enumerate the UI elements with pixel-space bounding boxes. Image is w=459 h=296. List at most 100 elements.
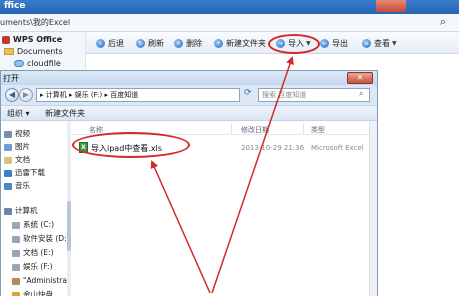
nav-item[interactable]: 系统 (C:) <box>12 219 54 230</box>
nav-item[interactable]: 文档 (E:) <box>12 247 54 258</box>
nav-item-label: 音乐 <box>15 181 30 190</box>
search-icon[interactable]: ⌕ <box>359 89 363 99</box>
nav-item-label: 视频 <box>15 129 30 138</box>
nav-item[interactable]: 图片 <box>4 141 30 152</box>
computer-icon <box>4 207 12 215</box>
dialog-command-bar: 组织 ▾ 新建文件夹 <box>1 105 377 121</box>
back-icon: ‹ <box>96 38 105 48</box>
file-row[interactable]: X 导入ipad中查看.xls 2013-10-29 21:36 Microso… <box>71 141 369 155</box>
delete-icon: × <box>174 38 183 48</box>
address-bar[interactable]: uments\我的Excel ⌕ <box>0 14 459 32</box>
address-path: uments\我的Excel <box>0 18 71 27</box>
nav-item-label: 迅雷下载 <box>15 168 45 177</box>
nav-item-label: "Administrato <box>23 276 71 285</box>
dialog-new-folder-button[interactable]: 新建文件夹 <box>45 108 85 119</box>
nav-item[interactable]: 金山快盘 <box>12 289 53 296</box>
column-header-date[interactable]: 修改日期 <box>241 125 269 135</box>
nav-item-label: 文档 <box>15 155 30 164</box>
dialog-navbar: ◀ ▶ ▸ 计算机 ▸ 娱乐 (F:) ▸ 百度知道 ⟳ 搜索 百度知道 ⌕ <box>1 85 377 105</box>
nav-item[interactable]: 音乐 <box>4 180 30 191</box>
nav-item[interactable]: 视频 <box>4 128 30 139</box>
wps-titlebar: ffice <box>0 0 459 14</box>
nav-forward-button[interactable]: ▶ <box>19 88 33 102</box>
folder-icon <box>4 48 14 55</box>
refresh-label: 刷新 <box>148 38 164 48</box>
nav-item[interactable]: 娱乐 (F:) <box>12 261 53 272</box>
import-label: 导入 <box>288 38 304 48</box>
dialog-titlebar: 打开 ✕ <box>1 71 377 85</box>
export-label: 导出 <box>332 38 348 48</box>
column-header-name[interactable]: 名称 <box>89 125 103 135</box>
new-folder-label: 新建文件夹 <box>226 38 266 48</box>
view-button[interactable]: ≡ 查看 ▼ <box>362 36 397 50</box>
nav-item[interactable]: 软件安装 (D:) <box>12 233 70 244</box>
back-label: 后退 <box>108 38 124 48</box>
thunder-icon <box>4 169 12 177</box>
dialog-navigation-pane: 视频图片文档迅雷下载音乐计算机系统 (C:) 软件安装 (D:) 文档 (E:) 娱乐… <box>1 121 71 296</box>
cloud-drive-icon <box>12 291 20 296</box>
document-icon <box>4 156 12 164</box>
video-icon <box>4 130 12 138</box>
file-list-pane: 名称 修改日期 类型 X 导入ipad中查看.xls 2013-10-29 21… <box>71 121 369 296</box>
sidebar-item-documents[interactable]: Documents <box>4 46 63 58</box>
wps-logo-icon <box>2 35 10 44</box>
delete-button[interactable]: × 删除 <box>174 36 202 50</box>
drive-icon <box>12 221 20 229</box>
nav-item[interactable]: 计算机 <box>4 205 38 216</box>
chevron-down-icon: ▼ <box>306 39 311 47</box>
music-icon <box>4 182 12 190</box>
sidebar-item-label: Documents <box>17 47 63 56</box>
import-button[interactable]: → 导入 ▼ <box>276 36 311 50</box>
refresh-button[interactable]: ↻ 刷新 <box>136 36 164 50</box>
import-icon: → <box>276 38 285 48</box>
export-button[interactable]: ← 导出 <box>320 36 348 50</box>
column-headers: 名称 修改日期 类型 <box>71 123 369 135</box>
refresh-icon[interactable]: ⟳ <box>244 88 252 98</box>
wps-toolbar: ‹ 后退 ↻ 刷新 × 删除 + 新建文件夹 → 导入 ▼ ← 导出 ≡ 查看 ▼ <box>86 32 459 54</box>
dialog-close-button[interactable]: ✕ <box>347 72 373 84</box>
nav-item-label: 计算机 <box>15 206 38 215</box>
nav-item[interactable]: "Administrato <box>12 275 71 286</box>
file-list-scrollbar[interactable] <box>369 121 377 296</box>
file-type: Microsoft Excel <box>311 144 364 152</box>
nav-item-label: 金山快盘 <box>23 290 53 296</box>
export-icon: ← <box>320 38 329 48</box>
sidebar-item-wps-office[interactable]: WPS Office <box>2 34 62 46</box>
organize-button[interactable]: 组织 ▾ <box>7 108 30 119</box>
column-header-type[interactable]: 类型 <box>311 125 325 135</box>
back-button[interactable]: ‹ 后退 <box>96 36 124 50</box>
drive-icon <box>12 235 20 243</box>
nav-item[interactable]: 迅雷下载 <box>4 167 45 178</box>
dialog-path-breadcrumb[interactable]: ▸ 计算机 ▸ 娱乐 (F:) ▸ 百度知道 <box>36 88 240 102</box>
sidebar-item-label: WPS Office <box>13 35 63 44</box>
column-divider[interactable] <box>303 124 304 134</box>
cloud-icon <box>14 60 24 67</box>
nav-item[interactable]: 文档 <box>4 154 30 165</box>
file-name[interactable]: 导入ipad中查看.xls <box>91 143 162 154</box>
file-modified-date: 2013-10-29 21:36 <box>241 144 305 152</box>
dialog-search-input[interactable]: 搜索 百度知道 <box>258 88 370 102</box>
nav-item-label: 图片 <box>15 142 30 151</box>
delete-label: 删除 <box>186 38 202 48</box>
drive-icon <box>12 249 20 257</box>
view-label: 查看 <box>374 38 390 48</box>
picture-icon <box>4 143 12 151</box>
user-icon <box>12 277 20 285</box>
excel-file-icon: X <box>79 142 88 153</box>
sidebar-item-cloudfile[interactable]: cloudfile <box>14 58 61 70</box>
search-icon[interactable]: ⌕ <box>440 15 446 29</box>
column-divider[interactable] <box>231 124 232 134</box>
new-folder-icon: + <box>214 38 223 48</box>
new-folder-button[interactable]: + 新建文件夹 <box>214 36 266 50</box>
nav-item-label: 文档 (E:) <box>23 248 54 257</box>
view-icon: ≡ <box>362 38 371 48</box>
close-window-button[interactable] <box>376 0 406 12</box>
sidebar-item-label: cloudfile <box>27 59 61 68</box>
nav-back-button[interactable]: ◀ <box>5 88 19 102</box>
drive-icon <box>12 263 20 271</box>
nav-item-label: 系统 (C:) <box>23 220 54 229</box>
nav-item-label: 软件安装 (D:) <box>23 234 70 243</box>
nav-item-label: 娱乐 (F:) <box>23 262 53 271</box>
dialog-title: 打开 <box>3 74 19 83</box>
refresh-icon: ↻ <box>136 38 145 48</box>
